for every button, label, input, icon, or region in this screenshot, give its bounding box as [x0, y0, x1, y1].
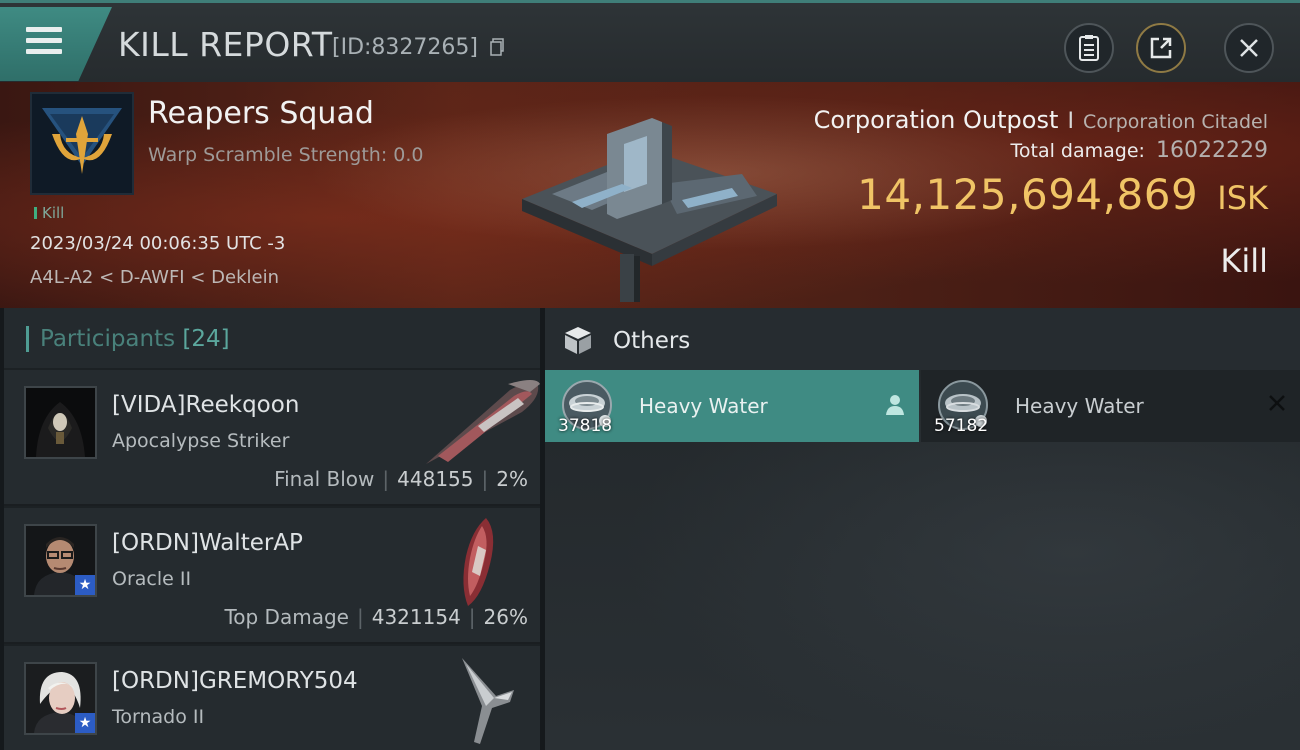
ship-image[interactable] [418, 376, 544, 468]
isk-value-line: 14,125,694,869 ISK [857, 170, 1268, 219]
avatar[interactable]: ★ [24, 662, 97, 735]
others-panel[interactable]: Others 37818 Heavy Water 57182 Heavy Wat… [545, 308, 1300, 750]
participant-name[interactable]: [ORDN]WalterAP [112, 530, 303, 556]
participant-damage: 448155 [397, 467, 474, 491]
star-badge-icon: ★ [75, 575, 95, 595]
kill-location[interactable]: A4L-A2 < D-AWFI < Deklein [30, 267, 279, 288]
hamburger-menu-icon [26, 27, 62, 57]
others-title: Others [613, 328, 691, 354]
victim-separator: I [1067, 109, 1074, 134]
ship-image[interactable] [456, 516, 500, 608]
participant-damage: 4321154 [371, 605, 461, 629]
avatar[interactable]: ★ [24, 524, 97, 597]
cargo-box-icon [565, 327, 591, 354]
loot-item[interactable]: 37818 Heavy Water [545, 370, 919, 442]
participant-name[interactable]: [VIDA]Reekqoon [112, 392, 299, 418]
warp-scramble-strength: Warp Scramble Strength: 0.0 [148, 144, 424, 166]
item-quantity: 57182 [934, 416, 989, 436]
share-icon [1150, 37, 1172, 59]
participant-ship: Tornado II [112, 706, 205, 728]
participant-name[interactable]: [ORDN]GREMORY504 [112, 668, 358, 694]
victim-type: Corporation Outpost [813, 106, 1059, 134]
participant-role: Top Damage [224, 605, 349, 629]
participant-stats: Final Blow | 448155 | 2% [274, 467, 528, 491]
stats-separator: | [382, 467, 390, 491]
participant-percent: 2% [496, 467, 528, 491]
kill-summary-banner: Reapers Squad Warp Scramble Strength: 0.… [0, 82, 1300, 308]
stats-separator: | [468, 605, 476, 629]
isk-value: 14,125,694,869 [857, 170, 1199, 219]
copy-icon[interactable] [490, 38, 504, 56]
close-icon [1240, 39, 1258, 57]
participant-row[interactable]: [VIDA]Reekqoon Apocalypse Striker Final … [4, 370, 540, 506]
participant-ship: Apocalypse Striker [112, 430, 290, 452]
participant-ship: Oracle II [112, 568, 192, 590]
clipboard-button[interactable] [1064, 23, 1114, 73]
stats-separator: | [356, 605, 364, 629]
participant-row[interactable]: ★ [ORDN]GREMORY504 Tornado II [4, 646, 540, 750]
participants-title-text: Participants [40, 326, 176, 352]
participants-panel[interactable]: Participants [24] [VIDA]Reekqoon Apocaly… [4, 308, 540, 750]
report-id: [ID:8327265] [332, 35, 478, 60]
others-header: Others [545, 308, 1300, 370]
kill-tag: Kill [34, 204, 64, 222]
item-quantity: 37818 [558, 416, 613, 436]
menu-button[interactable] [0, 7, 112, 81]
participants-title: Participants [24] [40, 326, 230, 352]
page-title: KILL REPORT [118, 25, 333, 64]
citadel-structure-image [522, 118, 777, 302]
stats-separator: | [481, 467, 489, 491]
avatar[interactable] [24, 386, 97, 459]
total-damage-label: Total damage: [1010, 140, 1145, 162]
participant-role: Final Blow [274, 467, 375, 491]
ship-image[interactable] [456, 656, 520, 746]
header-bar: KILL REPORT [ID:8327265] [0, 0, 1300, 82]
loot-item[interactable]: 57182 Heavy Water [921, 370, 1300, 442]
kill-result: Kill [1220, 242, 1268, 280]
participants-header: Participants [24] [4, 308, 540, 368]
clipboard-icon [1079, 35, 1099, 61]
corp-logo[interactable] [30, 92, 134, 195]
header-accent-bar [26, 326, 29, 352]
victim-type-line: Corporation Outpost I Corporation Citade… [814, 106, 1268, 134]
participant-stats: Top Damage | 4321154 | 26% [224, 605, 528, 629]
corp-name[interactable]: Reapers Squad [148, 96, 374, 131]
item-name: Heavy Water [1015, 394, 1144, 418]
destroyed-x-icon [1269, 395, 1285, 411]
close-button[interactable] [1224, 23, 1274, 73]
isk-unit: ISK [1217, 179, 1268, 217]
person-icon [886, 395, 904, 415]
star-badge-icon: ★ [75, 713, 95, 733]
victim-class: Corporation Citadel [1083, 111, 1268, 133]
item-name: Heavy Water [639, 394, 768, 418]
participants-count: [24] [182, 326, 230, 352]
share-button[interactable] [1136, 23, 1186, 73]
total-damage-value: 16022229 [1156, 138, 1268, 163]
kill-datetime: 2023/03/24 00:06:35 UTC -3 [30, 233, 286, 254]
total-damage-line: Total damage: 16022229 [1011, 138, 1269, 163]
participant-percent: 26% [483, 605, 528, 629]
participant-row[interactable]: ★ [ORDN]WalterAP Oracle II Top Damage | 43… [4, 508, 540, 644]
